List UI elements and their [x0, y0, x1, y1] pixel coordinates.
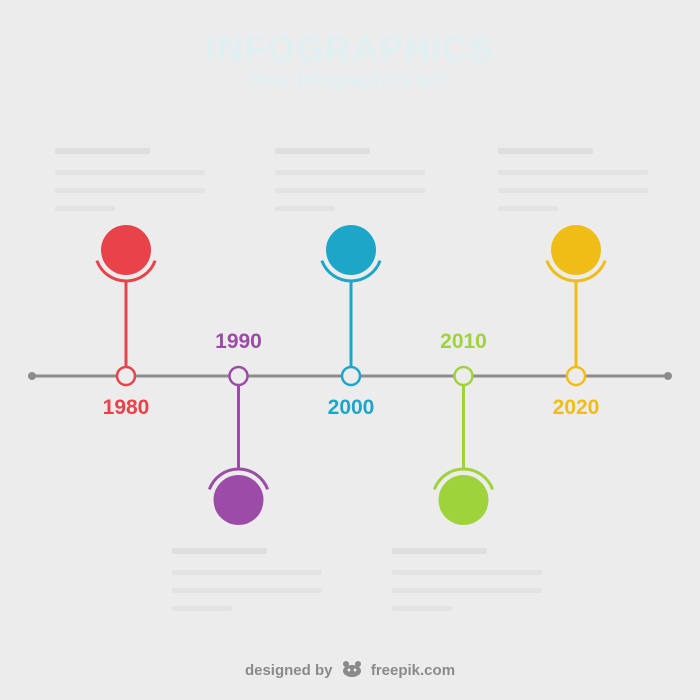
milestone-disc — [551, 225, 601, 275]
year-label-2020: 2020 — [552, 396, 600, 419]
milestone-2020 — [545, 225, 607, 387]
axis-left-endpoint — [28, 372, 36, 380]
axis-marker — [565, 365, 587, 387]
milestone-disc — [213, 475, 264, 525]
freepik-logo-icon — [341, 660, 363, 682]
milestone-2010 — [432, 365, 495, 525]
milestone-disc — [326, 225, 376, 275]
milestone-1990 — [207, 365, 270, 525]
axis-marker — [340, 365, 362, 387]
credit-site: freepik.com — [370, 661, 456, 679]
axis-right-endpoint — [664, 372, 672, 380]
year-label-1980: 1980 — [102, 396, 150, 419]
axis-marker — [115, 365, 137, 387]
credit-designed-by: designed by — [244, 661, 333, 679]
milestone-2000 — [320, 225, 382, 387]
milestone-disc — [438, 475, 489, 525]
milestone-disc — [101, 225, 151, 275]
year-label-2010: 2010 — [440, 330, 487, 353]
axis-marker — [453, 365, 474, 387]
axis-marker — [228, 365, 249, 387]
year-label-2000: 2000 — [327, 396, 375, 419]
milestone-1980 — [95, 225, 157, 387]
year-label-1990: 1990 — [215, 330, 262, 353]
timeline-diagram — [28, 225, 672, 525]
credit-line: designed by freepik.com — [0, 660, 700, 682]
